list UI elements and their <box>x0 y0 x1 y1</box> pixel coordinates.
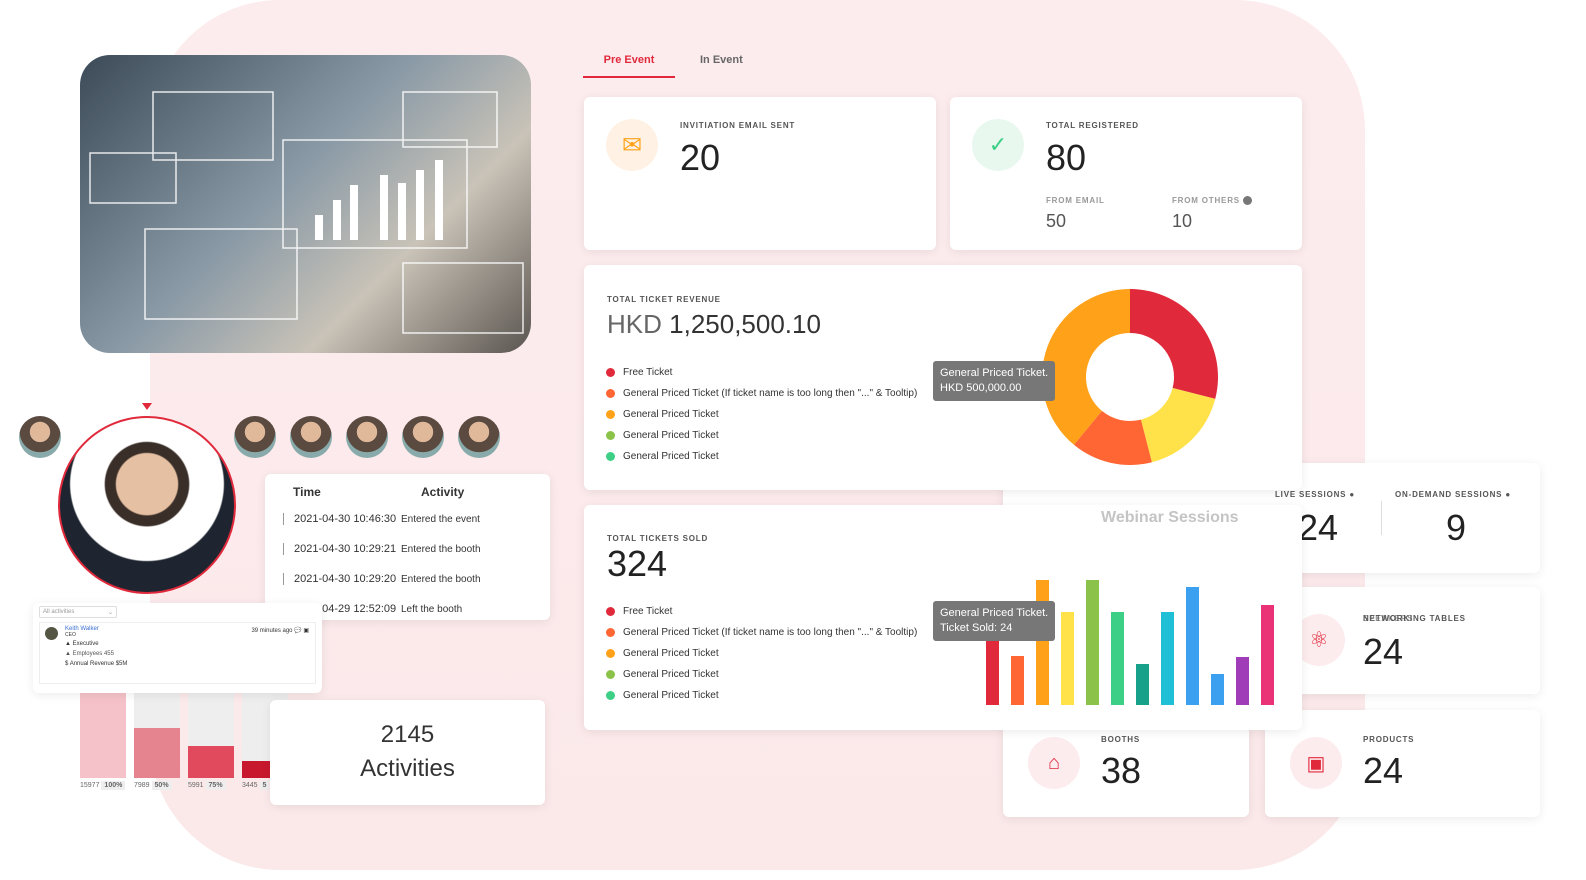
contact-card-icon: ▣ <box>303 628 309 634</box>
avatar[interactable] <box>19 416 61 458</box>
help-icon[interactable]: ● <box>1349 490 1355 499</box>
info-icon[interactable] <box>1242 196 1252 206</box>
bar[interactable] <box>1161 612 1174 705</box>
table-row: 2021-04-30 10:29:20 Entered the booth <box>283 564 550 594</box>
chart-tooltip: General Priced Ticket. HKD 500,000.00 <box>933 361 1056 401</box>
legend-item: General Priced Ticket <box>606 404 917 425</box>
table-row: 2021-04-30 10:29:21 Entered the booth <box>283 534 550 564</box>
legend-item: General Priced Ticket <box>606 685 917 706</box>
revenue-card: TOTAL TICKET REVENUE HKD 1,250,500.10 Fr… <box>584 265 1302 490</box>
legend-item: Free Ticket <box>606 601 917 622</box>
donut-chart <box>1042 289 1218 465</box>
legend-item: General Priced Ticket <box>606 446 917 467</box>
activity-table: Time Activity 2021-04-30 10:46:30 Entered … <box>265 474 550 620</box>
legend-item: General Priced Ticket (If ticket name is… <box>606 383 917 404</box>
bar[interactable] <box>1111 612 1124 705</box>
products-card: ▣ PRODUCTS 24 <box>1265 710 1540 817</box>
bar[interactable] <box>1086 580 1099 705</box>
funnel-bar <box>134 728 180 778</box>
activities-card: 2145 Activities <box>270 700 545 805</box>
email-send-icon: ✉ <box>606 119 658 171</box>
activity-time: 39 minutes ago 💬 ▣ <box>251 628 309 634</box>
invitation-card: ✉ INVITIATION EMAIL SENT 20 <box>584 97 936 250</box>
webinar-sessions-label: Webinar Sessions <box>1101 509 1239 526</box>
store-icon: ⌂ <box>1028 737 1080 789</box>
tab-pre-event[interactable]: Pre Event <box>583 54 675 78</box>
hero-photo <box>80 55 531 353</box>
bar[interactable] <box>1011 656 1024 705</box>
funnel-label: 5991 75% <box>188 781 226 790</box>
avatar[interactable] <box>290 416 332 458</box>
bar[interactable] <box>1211 674 1224 705</box>
selected-avatar[interactable] <box>58 416 236 594</box>
legend-item: General Priced Ticket <box>606 664 917 685</box>
bar[interactable] <box>1186 587 1199 705</box>
registered-card: ✓ TOTAL REGISTERED 80 FROM EMAIL 50 FROM… <box>950 97 1302 250</box>
funnel-label: 3445 5 <box>242 781 270 790</box>
avatar[interactable] <box>346 416 388 458</box>
activity-filter-dropdown[interactable]: All activities ⌄ <box>39 606 117 618</box>
chart-tooltip: General Priced Ticket. Ticket Sold: 24 <box>933 601 1056 641</box>
funnel-bar <box>80 692 126 778</box>
legend-item: Free Ticket <box>606 362 917 383</box>
funnel-column <box>80 692 126 778</box>
column-header: Activity <box>421 485 465 499</box>
box-icon: ▣ <box>1290 737 1342 789</box>
table-row: 2021-04-29 12:52:09 Left the booth <box>283 594 550 624</box>
chart-legend: Free Ticket General Priced Ticket (If ti… <box>606 601 917 706</box>
activity-feed: All activities ⌄ Keith Walker CEO ▲ Execu… <box>33 603 322 693</box>
chevron-down-icon: ⌄ <box>107 610 113 616</box>
bar[interactable] <box>1236 657 1249 705</box>
bar[interactable] <box>1036 580 1049 705</box>
help-icon[interactable]: ● <box>1505 490 1511 499</box>
avatar[interactable] <box>234 416 276 458</box>
legend-item: General Priced Ticket (If ticket name is… <box>606 622 917 643</box>
tickets-sold-card: TOTAL TICKETS SOLD 324 Free Ticket Gener… <box>584 505 1302 730</box>
bar[interactable] <box>1061 612 1074 705</box>
avatar[interactable] <box>458 416 500 458</box>
selected-indicator-icon <box>142 403 152 410</box>
donut-slice[interactable] <box>1140 387 1216 463</box>
bar[interactable] <box>1136 664 1149 705</box>
avatar[interactable] <box>402 416 444 458</box>
tab-in-event[interactable]: In Event <box>700 54 743 66</box>
legend-item: General Priced Ticket <box>606 643 917 664</box>
bar[interactable] <box>1261 605 1274 705</box>
column-header: Time <box>293 485 321 499</box>
avatar <box>45 627 58 640</box>
chart-legend: Free Ticket General Priced Ticket (If ti… <box>606 362 917 467</box>
chat-icon: 💬 <box>294 628 302 634</box>
user-check-icon: ✓ <box>972 119 1024 171</box>
funnel-label: 7989 50% <box>134 781 172 790</box>
analytics-overlay-graphic <box>89 91 524 334</box>
funnel-column <box>188 692 234 778</box>
funnel-label: 15977 100% <box>80 781 126 790</box>
table-row: 2021-04-30 10:46:30 Entered the event <box>283 504 550 534</box>
funnel-column <box>134 692 180 778</box>
funnel-chart: 15977 100% 7989 50% 5991 75% 3445 5 <box>80 692 288 792</box>
funnel-bar <box>188 746 234 778</box>
donut-slice[interactable] <box>1130 289 1218 399</box>
legend-item: General Priced Ticket <box>606 425 917 446</box>
